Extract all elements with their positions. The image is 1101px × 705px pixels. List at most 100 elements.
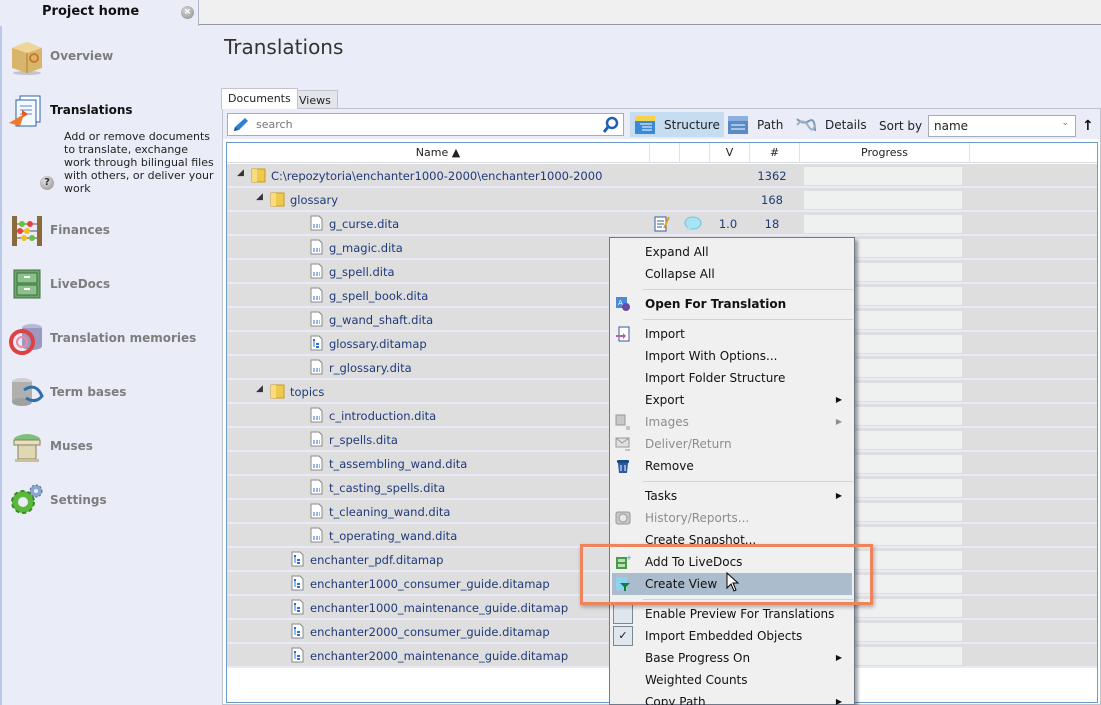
project-home-tab[interactable]: Project home × — [0, 0, 199, 26]
sidebar-item-settings[interactable]: Settings — [8, 482, 213, 526]
ditamap-file-icon — [291, 647, 304, 663]
cabinet-icon — [13, 269, 41, 299]
checkbox-icon[interactable]: ✓ — [613, 626, 633, 646]
menu-item-base-progress-on[interactable]: Base Progress On ▶ — [612, 647, 852, 669]
row-name: c_introduction.dita — [329, 409, 437, 423]
row-name: t_casting_spells.dita — [329, 481, 446, 495]
gear-icon — [11, 484, 43, 514]
sort-by-select[interactable]: name ⌄ — [928, 115, 1076, 137]
menu-separator — [643, 289, 853, 290]
sidebar-item-term-bases[interactable]: Term bases — [8, 374, 213, 418]
close-icon[interactable]: × — [181, 6, 194, 19]
sidebar-item-muses[interactable]: Muses — [8, 428, 213, 472]
row-name: enchanter2000_consumer_guide.ditamap — [310, 625, 550, 639]
menu-item-tasks[interactable]: Tasks ▶ — [612, 485, 852, 507]
column-header-icon2[interactable] — [680, 143, 710, 163]
ditamap-file-icon — [291, 551, 304, 567]
sidebar-item-overview[interactable]: Overview — [8, 38, 213, 82]
tab-documents[interactable]: Documents — [221, 88, 298, 109]
folder-icon — [270, 192, 285, 207]
menu-item-copy-path[interactable]: Copy Path ▶ — [612, 691, 852, 705]
structure-button[interactable]: Structure — [630, 112, 724, 137]
menu-item-add-to-livedocs[interactable]: + Add To LiveDocs — [612, 551, 852, 573]
ditamap-file-icon — [291, 599, 304, 615]
expand-triangle-icon[interactable]: ◢ — [256, 384, 263, 394]
menu-item-weighted-counts[interactable]: Weighted Counts — [612, 669, 852, 691]
dita-file-icon — [310, 311, 323, 327]
menu-item-history-reports[interactable]: History/Reports... — [612, 507, 852, 529]
search-input[interactable] — [256, 116, 596, 133]
project-home-tab-label: Project home — [42, 4, 140, 19]
menu-item-enable-preview-for-translations[interactable]: Enable Preview For Translations — [612, 603, 852, 625]
menu-item-label: Base Progress On — [645, 651, 751, 665]
menu-item-import-with-options[interactable]: Import With Options... — [612, 345, 852, 367]
column-header-count[interactable]: # — [750, 143, 800, 163]
dita-file-icon — [310, 527, 323, 543]
search-icon[interactable] — [602, 116, 620, 134]
search-box[interactable] — [227, 113, 624, 136]
sidebar-item-label: Overview — [50, 49, 114, 63]
row-version: 1.0 — [718, 217, 738, 231]
menu-item-label: Export — [645, 393, 685, 407]
sidebar-item-label: Finances — [50, 223, 110, 237]
row-count: 168 — [761, 193, 783, 207]
column-header-progress[interactable]: Progress — [800, 143, 970, 163]
row-name: g_spell.dita — [329, 265, 395, 279]
column-header-icon1[interactable] — [650, 143, 680, 163]
row-progress-bar — [804, 191, 962, 209]
folder-icon — [251, 168, 266, 183]
expand-triangle-icon[interactable]: ◢ — [256, 192, 263, 202]
tab-views[interactable]: Views — [292, 90, 338, 108]
expand-triangle-icon[interactable]: ◢ — [237, 168, 244, 178]
box-icon — [12, 42, 42, 75]
comment-icon[interactable] — [684, 216, 702, 232]
menu-item-create-snapshot[interactable]: Create Snapshot... — [612, 529, 852, 551]
menu-item-import-folder-structure[interactable]: Import Folder Structure — [612, 367, 852, 389]
menu-item-label: Create View — [645, 577, 718, 591]
dita-file-icon — [310, 239, 323, 255]
menu-item-import[interactable]: Import — [612, 323, 852, 345]
menu-item-remove[interactable]: Remove — [612, 455, 852, 477]
column-header-name[interactable]: Name ▲ — [227, 143, 650, 163]
row-progress-bar — [804, 167, 962, 185]
table-row[interactable]: ◢ C:\repozytoria\enchanter1000-2000\encha… — [227, 164, 1097, 188]
sidebar-item-translation-memories[interactable]: Translation memories — [8, 320, 213, 364]
menu-item-images[interactable]: Images ▶ — [612, 411, 852, 433]
details-label: Details — [825, 117, 867, 132]
menu-item-label: Open For Translation — [645, 297, 787, 311]
menu-item-label: Import — [645, 327, 685, 341]
deliver-icon — [615, 437, 630, 451]
menu-item-collapse-all[interactable]: Collapse All — [612, 263, 852, 285]
menu-item-deliver-return[interactable]: Deliver/Return — [612, 433, 852, 455]
dita-file-icon — [310, 479, 323, 495]
menu-item-export[interactable]: Export ▶ — [612, 389, 852, 411]
sidebar-item-livedocs[interactable]: LiveDocs — [8, 266, 213, 310]
dita-file-icon — [310, 215, 323, 231]
menu-item-import-embedded-objects[interactable]: ✓ Import Embedded Objects — [612, 625, 852, 647]
livedocs-add-icon: + — [616, 554, 631, 569]
sidebar-item-label: Term bases — [50, 385, 127, 399]
sort-direction-button[interactable]: ↑ — [1082, 118, 1094, 134]
table-row[interactable]: ◢ glossary 168 — [227, 188, 1097, 212]
submenu-arrow-icon: ▶ — [835, 653, 842, 662]
sidebar-item-finances[interactable]: Finances — [8, 212, 213, 256]
row-name: enchanter2000_maintenance_guide.ditamap — [310, 649, 569, 663]
sidebar: Overview Translations Add or remove docu… — [0, 26, 215, 705]
menu-item-label: Import With Options... — [645, 349, 778, 363]
page-title: Translations — [224, 35, 344, 59]
trash-icon — [617, 460, 629, 473]
row-count: 18 — [764, 217, 780, 231]
column-header-v[interactable]: V — [710, 143, 750, 163]
details-button[interactable]: Details — [791, 112, 871, 137]
checkbox-icon[interactable] — [613, 604, 633, 624]
table-row[interactable]: g_curse.dita 1.0 18 — [227, 212, 1097, 236]
menu-item-label: Import Folder Structure — [645, 371, 786, 385]
submenu-arrow-icon: ▶ — [835, 491, 842, 500]
menu-item-label: Remove — [645, 459, 694, 473]
help-icon[interactable]: ? — [40, 176, 54, 190]
edit-document-icon[interactable] — [654, 215, 670, 232]
menu-item-open-for-translation[interactable]: A Open For Translation — [612, 293, 852, 315]
path-button[interactable]: Path — [723, 112, 787, 137]
structure-icon — [635, 115, 655, 134]
menu-item-expand-all[interactable]: Expand All — [612, 241, 852, 263]
